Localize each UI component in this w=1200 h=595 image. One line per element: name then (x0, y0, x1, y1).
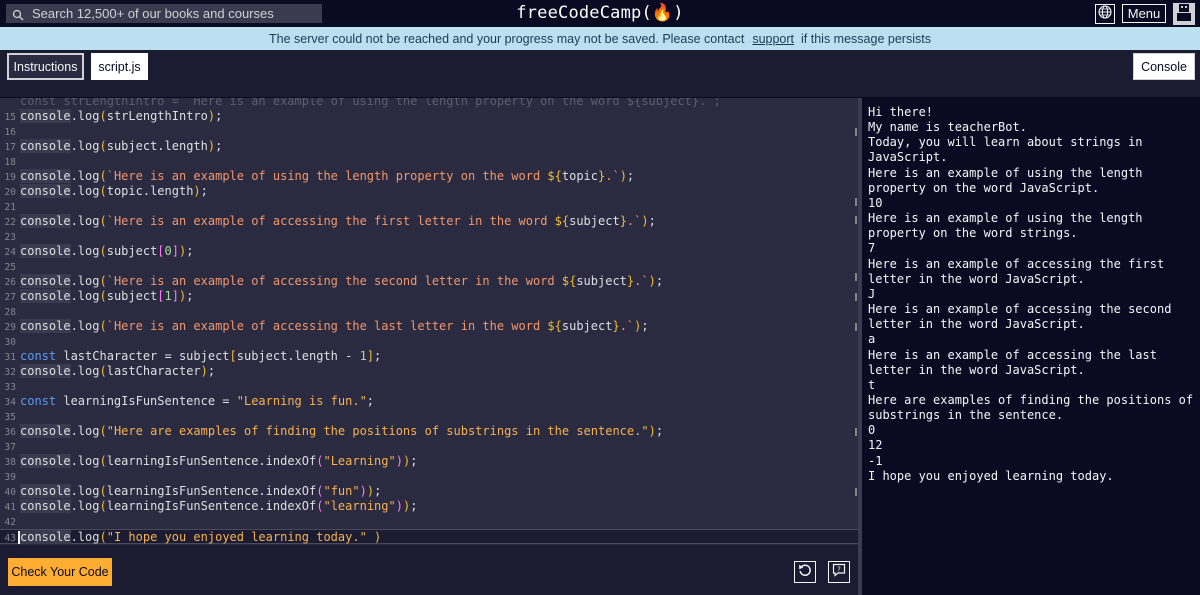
code-line: 37 (4, 442, 16, 453)
code-line: 27 console.log(subject[1]); (4, 289, 194, 303)
code-line-active: 43 console.log("I hope you enjoyed learni… (0, 529, 858, 544)
console-line: 12 (868, 438, 883, 453)
console-line: a (868, 332, 876, 347)
search-input[interactable] (32, 6, 312, 21)
code-line: 17 console.log(subject.length); (4, 139, 223, 153)
console-line: Here are examples of finding the positio… (868, 392, 1200, 423)
console-line: Here is an example of using the length p… (868, 165, 1150, 195)
console-line: Here is an example of accessing the seco… (868, 302, 1179, 332)
console-output: Hi there! My name is teacherBot. Today, yo… (862, 98, 1200, 595)
code-line: 30 (4, 337, 16, 348)
console-line: My name is teacherBot. (868, 120, 1027, 135)
code-line: 19 console.log(`Here is an example of usi… (4, 169, 635, 183)
console-line: Hi there! (868, 105, 934, 119)
code-line: 34 const learningIsFunSentence = "Learnin… (4, 394, 375, 408)
code-line: 23 (4, 232, 16, 243)
code-line: 38 console.log(learningIsFunSentence.inde… (4, 454, 418, 468)
code-line: 29 console.log(`Here is an example of acc… (4, 319, 649, 333)
code-line: 28 (4, 307, 16, 318)
code-text: const strLengthIntro = `Here is an examp… (20, 98, 721, 108)
code-line: 25 (4, 262, 16, 273)
console-line: Here is an example of accessing the firs… (868, 256, 1172, 286)
language-button[interactable] (1095, 4, 1115, 24)
code-line: 42 (4, 517, 16, 528)
console-line: Today, you will learn about strings in J… (868, 135, 1150, 165)
menu-button[interactable]: Menu (1122, 4, 1166, 23)
code-line: 35 (4, 412, 16, 423)
help-button[interactable]: ? (828, 561, 850, 583)
search-bar[interactable] (6, 4, 322, 23)
code-line: 31 const lastCharacter = subject[subject.… (4, 349, 382, 363)
tab-instructions[interactable]: Instructions (7, 53, 84, 80)
code-line: const strLengthIntro = `Here is an examp… (0, 98, 858, 109)
console-line: Here is an example of using the length p… (868, 211, 1150, 241)
code-line: 24 console.log(subject[0]); (4, 244, 194, 258)
console-line: I hope you enjoyed learning today. (868, 468, 1114, 483)
console-line: Here is an example of accessing the last… (868, 347, 1165, 377)
search-icon (12, 8, 24, 20)
check-your-code-button[interactable]: Check Your Code (8, 558, 112, 586)
user-avatar-icon (1176, 3, 1192, 26)
tab-bar (0, 50, 1200, 98)
code-line: 32 console.log(lastCharacter); (4, 364, 216, 378)
console-line: 7 (868, 241, 876, 256)
code-line: 15 console.log(strLengthIntro); (4, 109, 223, 123)
top-navigation: freeCodeCamp(🔥) Menu (0, 0, 1200, 27)
reset-icon (798, 563, 812, 582)
code-line: 20 console.log(topic.length); (4, 184, 208, 198)
banner-text-end: if this message persists (801, 31, 931, 46)
reset-button[interactable] (794, 561, 816, 583)
code-line: 39 (4, 472, 16, 483)
console-line: 10 (868, 195, 883, 210)
code-line: 33 (4, 382, 16, 393)
globe-icon (1098, 4, 1112, 24)
brand-logo[interactable]: freeCodeCamp(🔥) (516, 3, 683, 23)
editor-action-bar (0, 545, 858, 595)
banner-text: The server could not be reached and your… (269, 31, 745, 46)
tab-console[interactable]: Console (1133, 53, 1195, 80)
console-line: -1 (868, 453, 883, 468)
avatar[interactable] (1173, 3, 1195, 25)
code-line: 36 console.log("Here are examples of find… (4, 424, 664, 438)
console-line: J (868, 286, 876, 301)
support-link[interactable]: support (752, 32, 794, 46)
console-line: t (868, 377, 876, 392)
console-line: 0 (868, 423, 876, 438)
code-line: 40 console.log(learningIsFunSentence.inde… (4, 484, 382, 498)
code-line: 22 console.log(`Here is an example of acc… (4, 214, 656, 228)
code-line: 26 console.log(`Here is an example of acc… (4, 274, 664, 288)
svg-text:?: ? (837, 565, 841, 573)
code-line: 41 console.log(learningIsFunSentence.inde… (4, 499, 418, 513)
help-chat-icon: ? (832, 563, 846, 582)
code-editor[interactable]: const strLengthIntro = `Here is an examp… (0, 98, 858, 545)
server-warning-banner: The server could not be reached and your… (0, 27, 1200, 50)
tab-script-js[interactable]: script.js (91, 53, 148, 80)
code-line: 18 (4, 157, 16, 168)
code-line: 21 (4, 202, 16, 213)
code-line: 16 (4, 127, 16, 138)
